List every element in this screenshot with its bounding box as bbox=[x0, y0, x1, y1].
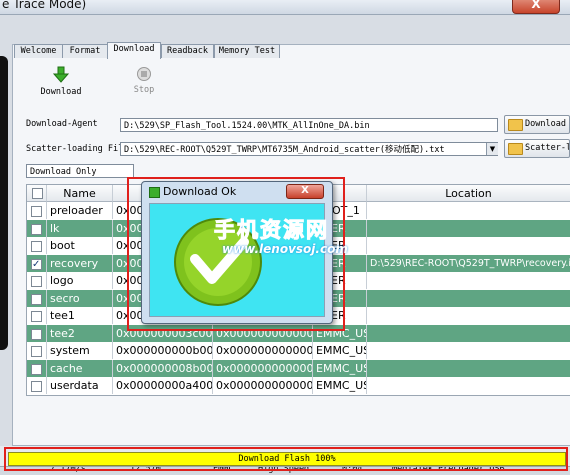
row-region: EMMC_USER bbox=[313, 342, 367, 359]
watermark-title: 手机资源网 bbox=[214, 218, 329, 243]
row-checkbox[interactable] bbox=[27, 289, 47, 307]
row-checkbox[interactable] bbox=[27, 219, 47, 237]
folder-icon bbox=[508, 143, 523, 155]
row-name: logo bbox=[47, 272, 113, 289]
row-location: D:\529\REC-ROOT\Q529T_TWRP\recovery.img bbox=[367, 255, 570, 272]
row-name: system bbox=[47, 342, 113, 359]
row-location bbox=[367, 342, 570, 359]
folder-icon bbox=[508, 119, 523, 131]
row-checkbox-box[interactable] bbox=[31, 363, 42, 375]
header-checkbox[interactable] bbox=[27, 185, 47, 202]
header-name[interactable]: Name bbox=[47, 185, 113, 202]
row-checkbox[interactable] bbox=[27, 342, 47, 359]
mode-select[interactable]: Download Only bbox=[26, 164, 134, 178]
row-name: tee1 bbox=[47, 307, 113, 324]
download-agent-label: Download-Agent bbox=[26, 119, 98, 129]
table-row[interactable]: cache0x000000008b0000000x000000000000000… bbox=[27, 359, 570, 377]
row-checkbox[interactable] bbox=[27, 237, 47, 254]
row-checkbox[interactable] bbox=[27, 324, 47, 342]
row-checkbox-box[interactable] bbox=[31, 381, 42, 392]
row-location bbox=[367, 272, 570, 289]
header-location[interactable]: Location bbox=[367, 185, 570, 202]
row-checkbox[interactable] bbox=[27, 254, 47, 272]
stop-label: Stop bbox=[133, 85, 155, 95]
scatter-file-field[interactable]: D:\529\REC-ROOT\Q529T_TWRP\MT6735M_Andro… bbox=[120, 142, 498, 156]
download-arrow-icon bbox=[52, 66, 70, 83]
stop-icon bbox=[137, 67, 151, 81]
download-button[interactable]: Download bbox=[36, 66, 86, 100]
row-checkbox[interactable] bbox=[27, 202, 47, 219]
row-end-address: 0x0000000000000000 bbox=[213, 359, 313, 377]
row-checkbox-box[interactable] bbox=[31, 293, 42, 305]
tab-format[interactable]: Format bbox=[62, 44, 108, 58]
download-agent-button-label: Download A bbox=[525, 119, 569, 129]
tab-download[interactable]: Download bbox=[107, 42, 161, 59]
row-location bbox=[367, 290, 570, 307]
row-checkbox[interactable] bbox=[27, 359, 47, 377]
highlight-progress bbox=[4, 447, 568, 471]
download-agent-button[interactable]: Download A bbox=[504, 115, 570, 134]
row-checkbox[interactable] bbox=[27, 377, 47, 394]
row-region: EMMC_USER bbox=[313, 377, 367, 394]
window-title: e Trace Mode) bbox=[2, 0, 87, 11]
row-begin-address: 0x000000000b000000 bbox=[113, 342, 213, 359]
row-begin-address: 0x000000008b000000 bbox=[113, 359, 213, 377]
row-location bbox=[367, 307, 570, 324]
row-begin-address: 0x00000000a4000000 bbox=[113, 377, 213, 394]
watermark-url: www.lenovsoj.com bbox=[222, 242, 348, 256]
row-location bbox=[367, 325, 570, 342]
tab-welcome[interactable]: Welcome bbox=[14, 44, 63, 58]
row-location bbox=[367, 377, 570, 394]
chevron-down-icon[interactable]: ▼ bbox=[486, 143, 498, 155]
row-checkbox[interactable] bbox=[27, 272, 47, 289]
download-label: Download bbox=[40, 87, 82, 97]
row-checkbox-box[interactable] bbox=[31, 206, 42, 217]
scatter-file-button-label: Scatter-lo bbox=[525, 143, 569, 153]
row-location bbox=[367, 202, 570, 219]
row-name: recovery bbox=[47, 254, 113, 272]
dialog-close-button[interactable]: X bbox=[286, 184, 324, 199]
row-end-address: 0x0000000000000000 bbox=[213, 377, 313, 394]
download-agent-field[interactable]: D:\529\SP_Flash_Tool.1524.00\MTK_AllInOn… bbox=[120, 118, 498, 132]
row-name: preloader bbox=[47, 202, 113, 219]
tab-memory-test[interactable]: Memory Test bbox=[214, 44, 280, 58]
row-checkbox-box[interactable] bbox=[31, 311, 42, 322]
row-name: boot bbox=[47, 237, 113, 254]
row-name: lk bbox=[47, 219, 113, 237]
row-location bbox=[367, 360, 570, 377]
tab-readback[interactable]: Readback bbox=[161, 44, 214, 58]
row-checkbox-box[interactable] bbox=[31, 346, 42, 357]
row-checkbox-box[interactable] bbox=[31, 256, 42, 272]
device-edge bbox=[0, 56, 8, 350]
window-title-bar: e Trace Mode) X bbox=[0, 0, 570, 15]
table-row[interactable]: system0x000000000b0000000x00000000000000… bbox=[27, 342, 570, 359]
row-name: secro bbox=[47, 289, 113, 307]
row-location bbox=[367, 220, 570, 237]
scatter-file-label: Scatter-loading File bbox=[26, 144, 129, 154]
row-name: cache bbox=[47, 359, 113, 377]
row-checkbox-box[interactable] bbox=[31, 223, 42, 235]
row-name: tee2 bbox=[47, 324, 113, 342]
scatter-file-button[interactable]: Scatter-lo bbox=[504, 139, 570, 158]
row-checkbox-box[interactable] bbox=[31, 241, 42, 252]
row-checkbox-box[interactable] bbox=[31, 328, 42, 340]
row-location bbox=[367, 237, 570, 254]
row-checkbox[interactable] bbox=[27, 307, 47, 324]
window-close-button[interactable]: X bbox=[512, 0, 560, 14]
dialog-title: Download Ok bbox=[163, 185, 237, 198]
stop-button[interactable]: Stop bbox=[122, 66, 166, 100]
table-row[interactable]: userdata0x00000000a40000000x000000000000… bbox=[27, 377, 570, 394]
row-checkbox-box[interactable] bbox=[31, 276, 42, 287]
row-end-address: 0x0000000000000000 bbox=[213, 342, 313, 359]
app-icon bbox=[149, 187, 160, 198]
row-region: EMMC_USER bbox=[313, 359, 367, 377]
row-name: userdata bbox=[47, 377, 113, 394]
